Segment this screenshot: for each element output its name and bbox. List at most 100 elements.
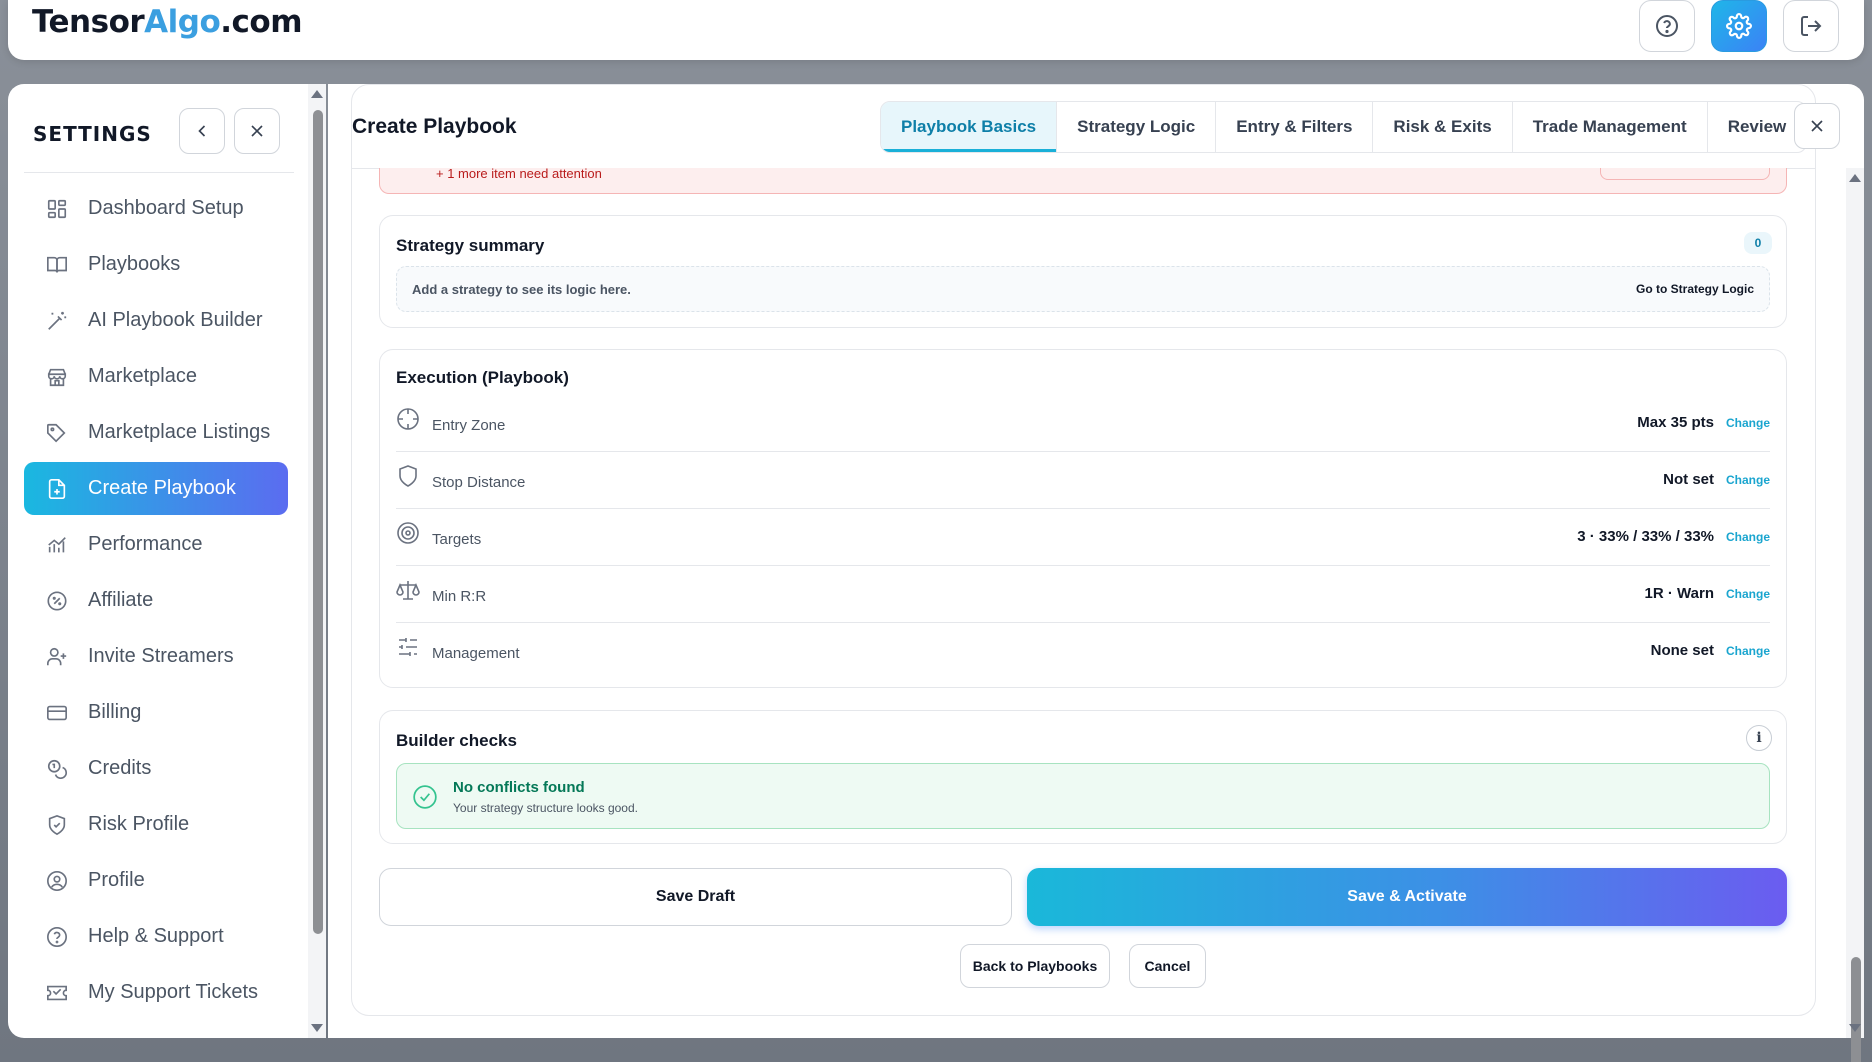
- help-button[interactable]: [1639, 0, 1695, 52]
- close-icon: [251, 125, 263, 137]
- exec-value: 3 · 33% / 33% / 33%: [1577, 528, 1714, 545]
- sidebar-item-affiliate[interactable]: Affiliate: [24, 574, 288, 627]
- gear-icon: [1726, 13, 1752, 39]
- tab-strategy-logic[interactable]: Strategy Logic: [1057, 102, 1217, 152]
- back-to-playbooks-button[interactable]: Back to Playbooks: [960, 944, 1110, 988]
- change-targets-link[interactable]: Change: [1726, 530, 1770, 544]
- exec-label: Min R:R: [432, 588, 487, 605]
- alert-action-button[interactable]: [1600, 168, 1770, 180]
- settings-button[interactable]: [1711, 0, 1767, 52]
- close-icon: [1811, 120, 1823, 132]
- exec-value: Max 35 pts: [1637, 414, 1714, 431]
- cancel-button[interactable]: Cancel: [1129, 944, 1206, 988]
- modal-header: Create Playbook Playbook Basics Strategy…: [352, 85, 1840, 169]
- sliders-icon: [399, 638, 417, 656]
- crosshair-icon: [397, 408, 419, 430]
- tab-risk-exits[interactable]: Risk & Exits: [1373, 102, 1513, 152]
- settings-sidebar: SETTINGS Dashboard Setup Playbooks AI Pl…: [8, 84, 326, 1038]
- attention-alert: + 1 more item need attention: [379, 168, 1787, 194]
- sidebar-item-marketplace-listings[interactable]: Marketplace Listings: [24, 406, 288, 459]
- sidebar-item-performance[interactable]: Performance: [24, 518, 288, 571]
- collapse-sidebar-button[interactable]: [179, 108, 225, 154]
- change-entry-zone-link[interactable]: Change: [1726, 416, 1770, 430]
- user-circle-icon: [44, 868, 70, 894]
- strategy-summary-card: Strategy summary 0 Add a strategy to see…: [379, 215, 1787, 328]
- sidebar-item-invite-streamers[interactable]: Invite Streamers: [24, 630, 288, 683]
- exec-value: None set: [1650, 642, 1714, 659]
- logout-icon: [1801, 16, 1822, 36]
- exec-label: Stop Distance: [432, 474, 526, 491]
- shield-icon: [399, 465, 417, 487]
- scale-icon: [396, 581, 420, 600]
- ticket-icon: [44, 980, 70, 1006]
- help-circle-icon: [44, 924, 70, 950]
- sidebar-scrollbar[interactable]: [308, 84, 326, 1038]
- main-scrollbar[interactable]: [1846, 168, 1864, 1062]
- tab-entry-filters[interactable]: Entry & Filters: [1216, 102, 1374, 152]
- credit-card-icon: [44, 700, 70, 726]
- tab-playbook-basics[interactable]: Playbook Basics: [881, 102, 1058, 152]
- save-activate-button[interactable]: Save & Activate: [1027, 868, 1787, 926]
- store-icon: [44, 364, 70, 390]
- change-stop-distance-link[interactable]: Change: [1726, 473, 1770, 487]
- sidebar-item-my-support-tickets[interactable]: My Support Tickets: [24, 966, 288, 1019]
- brand-logo[interactable]: TensorAlgo.com: [32, 4, 303, 40]
- chevron-left-icon: [198, 125, 206, 137]
- close-sidebar-button[interactable]: [234, 108, 280, 154]
- sidebar-item-create-playbook[interactable]: Create Playbook: [24, 462, 288, 515]
- sidebar-scroll-thumb[interactable]: [313, 110, 323, 934]
- scroll-down-arrow-icon[interactable]: [1849, 1024, 1861, 1032]
- tab-trade-management[interactable]: Trade Management: [1513, 102, 1708, 152]
- sidebar-item-help-support[interactable]: Help & Support: [24, 910, 288, 963]
- builder-checks-title: Builder checks: [396, 731, 517, 750]
- strategy-summary-hint: Add a strategy to see its logic here.: [412, 282, 631, 297]
- status-title: No conflicts found: [453, 779, 585, 796]
- exec-label: Targets: [432, 531, 482, 548]
- tab-review[interactable]: Review: [1708, 102, 1807, 152]
- no-conflicts-status: No conflicts found Your strategy structu…: [396, 763, 1770, 829]
- status-subtitle: Your strategy structure looks good.: [453, 801, 638, 815]
- change-management-link[interactable]: Change: [1726, 644, 1770, 658]
- sidebar-item-credits[interactable]: Credits: [24, 742, 288, 795]
- scroll-up-arrow-icon[interactable]: [311, 90, 323, 98]
- sidebar-item-playbooks[interactable]: Playbooks: [24, 238, 288, 291]
- modal-close-button[interactable]: [1794, 103, 1840, 149]
- info-icon[interactable]: i: [1746, 725, 1772, 751]
- change-min-rr-link[interactable]: Change: [1726, 587, 1770, 601]
- save-draft-button[interactable]: Save Draft: [379, 868, 1012, 926]
- sidebar-item-risk-profile[interactable]: Risk Profile: [24, 798, 288, 851]
- exec-row-targets: Targets 3 · 33% / 33% / 33% Change: [396, 510, 1770, 566]
- sidebar-item-ai-playbook-builder[interactable]: AI Playbook Builder: [24, 294, 288, 347]
- strategy-summary-box: Add a strategy to see its logic here. Go…: [396, 266, 1770, 312]
- dashboard-grid-icon: [44, 196, 70, 222]
- top-header: TensorAlgo.com: [8, 0, 1864, 60]
- tags-icon: [44, 420, 70, 446]
- exec-label: Entry Zone: [432, 417, 506, 434]
- strategy-count-badge: 0: [1744, 232, 1772, 254]
- shield-check-icon: [44, 812, 70, 838]
- chart-icon: [44, 532, 70, 558]
- scroll-down-arrow-icon[interactable]: [311, 1024, 323, 1032]
- exec-label: Management: [432, 645, 520, 662]
- exec-row-management: Management None set Change: [396, 624, 1770, 680]
- percent-badge-icon: [44, 588, 70, 614]
- main-scroll-thumb[interactable]: [1851, 957, 1861, 1062]
- exec-value: 1R · Warn: [1644, 585, 1714, 602]
- alert-more-text: + 1 more item need attention: [436, 168, 602, 181]
- sidebar-item-profile[interactable]: Profile: [24, 854, 288, 907]
- coins-icon: [44, 756, 70, 782]
- user-plus-icon: [44, 644, 70, 670]
- sidebar-item-marketplace[interactable]: Marketplace: [24, 350, 288, 403]
- exec-row-entry-zone: Entry Zone Max 35 pts Change: [396, 396, 1770, 452]
- sidebar-item-billing[interactable]: Billing: [24, 686, 288, 739]
- target-icon: [397, 522, 419, 544]
- scroll-up-arrow-icon[interactable]: [1849, 174, 1861, 182]
- sidebar-item-dashboard-setup[interactable]: Dashboard Setup: [24, 182, 288, 235]
- magic-wand-icon: [44, 308, 70, 334]
- builder-checks-card: Builder checks i No conflicts found Your…: [379, 710, 1787, 844]
- go-to-strategy-logic-link[interactable]: Go to Strategy Logic: [1636, 282, 1754, 296]
- exec-value: Not set: [1663, 471, 1714, 488]
- strategy-summary-title: Strategy summary: [396, 236, 545, 255]
- sidebar-nav: Dashboard Setup Playbooks AI Playbook Bu…: [24, 182, 288, 1022]
- logout-button[interactable]: [1783, 0, 1839, 52]
